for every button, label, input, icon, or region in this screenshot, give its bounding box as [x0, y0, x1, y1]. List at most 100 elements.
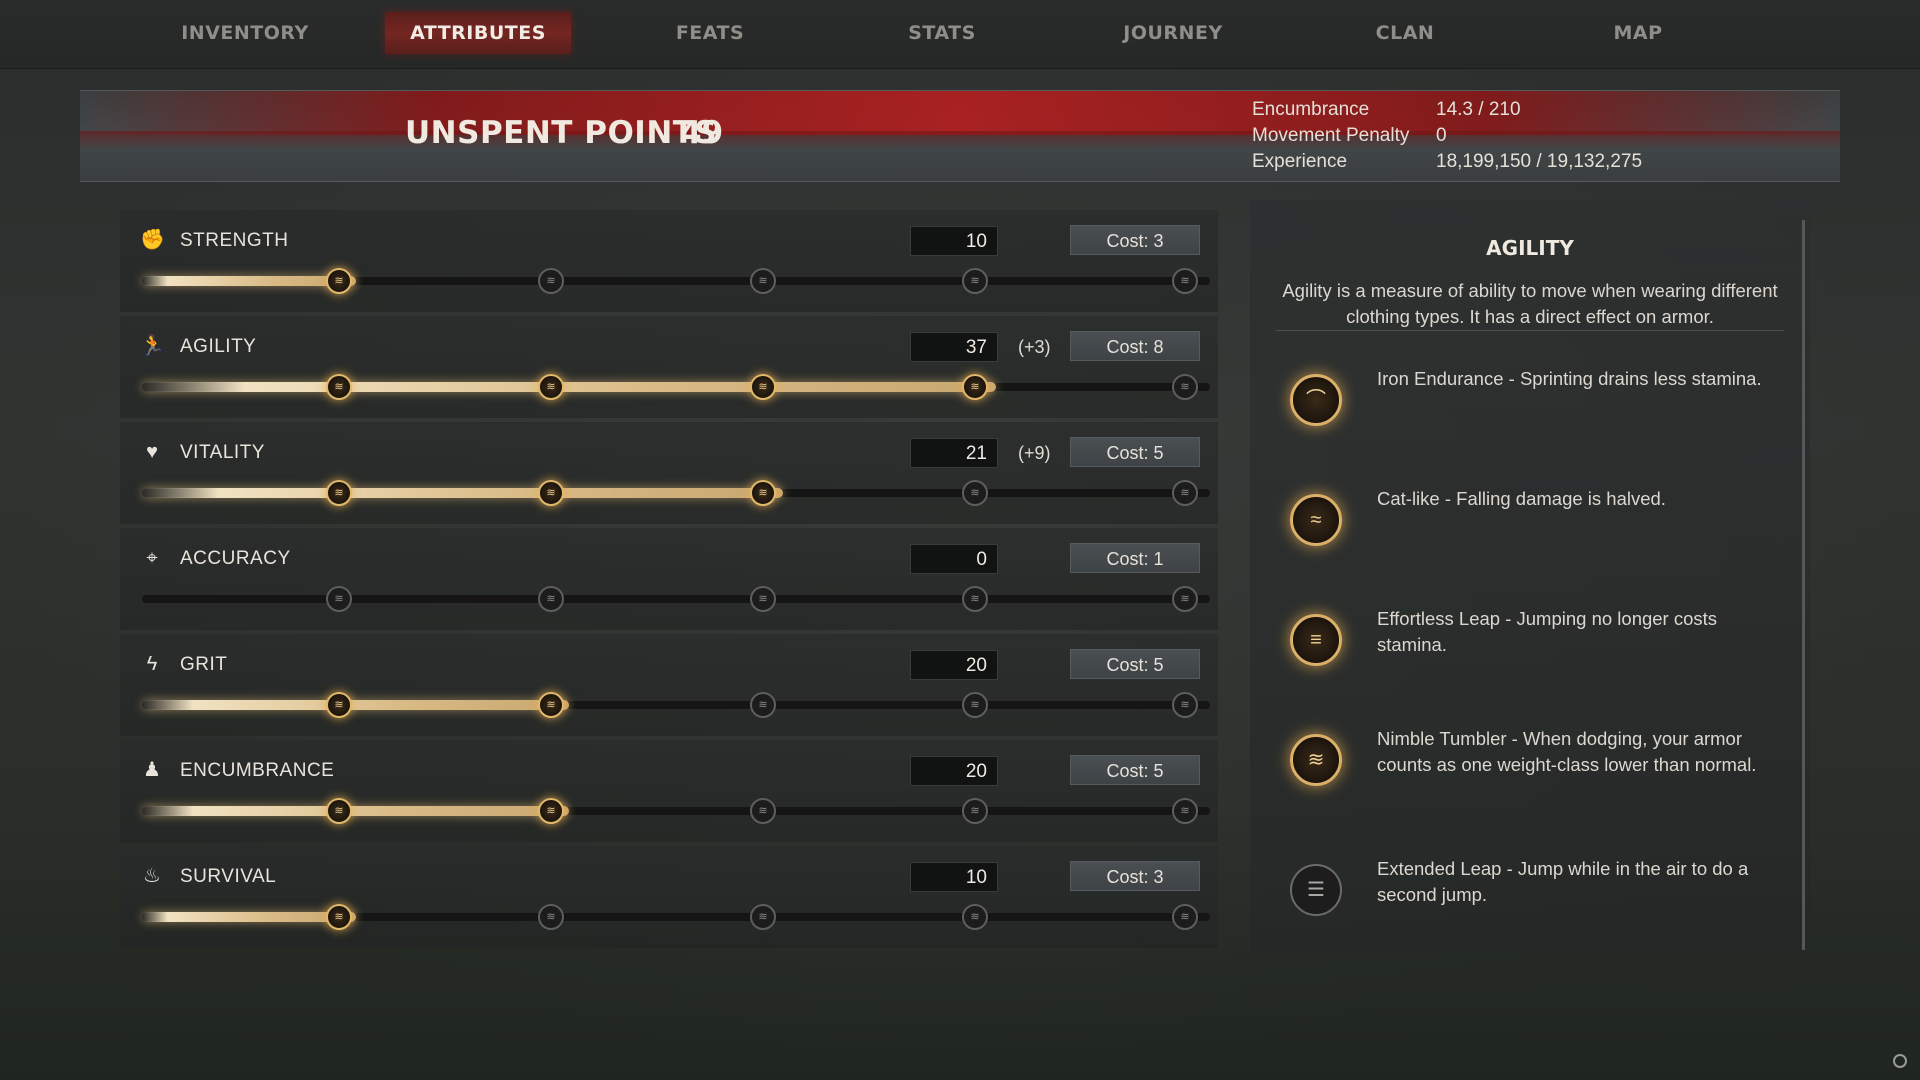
perk-node-icon[interactable]: ≋	[962, 692, 988, 718]
perk-node-icon[interactable]: ≋	[538, 798, 564, 824]
perk-node-icon[interactable]: ≋	[962, 798, 988, 824]
attribute-progress-fill	[142, 700, 569, 710]
attribute-row-vitality: ♥ VITALITY 21 (+9) Cost: 5 ≋ ≋ ≋ ≋ ≋	[120, 422, 1218, 524]
attribute-name: ACCURACY	[180, 548, 291, 569]
extended-leap-icon: ☰	[1290, 864, 1342, 916]
tab-stats[interactable]: STATS	[882, 12, 1002, 54]
perk-node-icon[interactable]: ≋	[962, 586, 988, 612]
tab-feats[interactable]: FEATS	[650, 12, 770, 54]
description-text: Agility is a measure of ability to move …	[1282, 280, 1778, 327]
attribute-cost-button[interactable]: Cost: 8	[1070, 331, 1200, 361]
attribute-progress-fill	[142, 276, 356, 286]
perk-node-icon[interactable]: ≋	[326, 692, 352, 718]
perk-node-icon[interactable]: ≋	[538, 586, 564, 612]
perk-description: Nimble Tumbler - When dodging, your armo…	[1377, 728, 1757, 775]
weight-icon: ♟	[143, 759, 161, 781]
attribute-progress-fill	[142, 382, 996, 392]
attribute-name: STRENGTH	[180, 230, 289, 251]
perk-node-icon[interactable]: ≋	[326, 586, 352, 612]
banner-red-stripe	[80, 91, 1840, 135]
perk-node-icon[interactable]: ≋	[1172, 692, 1198, 718]
perk-node-icon[interactable]: ≋	[750, 268, 776, 294]
attribute-value-input[interactable]: 20	[910, 650, 998, 680]
perk-node-icon[interactable]: ≋	[750, 904, 776, 930]
perk-description: Extended Leap - Jump while in the air to…	[1377, 858, 1749, 905]
perk-node-icon[interactable]: ≋	[326, 374, 352, 400]
perk-node-icon[interactable]: ≋	[750, 798, 776, 824]
perk-node-icon[interactable]: ≋	[962, 904, 988, 930]
description-title: AGILITY	[1486, 236, 1574, 260]
attribute-value-input[interactable]: 0	[910, 544, 998, 574]
perk-node-icon[interactable]: ≋	[326, 268, 352, 294]
running-figure-icon: 🏃	[140, 335, 165, 357]
unspent-points-banner: UNSPENT POINTS 49 Encumbrance 14.3 / 210…	[80, 90, 1840, 182]
perk-node-icon[interactable]: ≋	[326, 904, 352, 930]
attribute-value-input[interactable]: 37	[910, 332, 998, 362]
attribute-value-input[interactable]: 10	[910, 226, 998, 256]
tab-inventory[interactable]: INVENTORY	[180, 12, 310, 54]
perk-node-icon[interactable]: ≋	[326, 480, 352, 506]
attribute-cost-button[interactable]: Cost: 1	[1070, 543, 1200, 573]
perk-node-icon[interactable]: ≋	[962, 374, 988, 400]
perk-node-icon[interactable]: ≋	[750, 692, 776, 718]
top-nav-bar: INVENTORY ATTRIBUTES FEATS STATS JOURNEY…	[0, 0, 1920, 69]
perk-node-icon[interactable]: ≋	[1172, 374, 1198, 400]
perk-node-icon[interactable]: ≋	[1172, 586, 1198, 612]
heart-icon: ♥	[146, 441, 158, 463]
experience-value: 18,199,150 / 19,132,275	[1436, 151, 1643, 172]
attribute-bonus: (+9)	[1018, 443, 1051, 463]
perk-item: ≡ Effortless Leap - Jumping no longer cos…	[1290, 608, 1790, 704]
perk-node-icon[interactable]: ≋	[538, 692, 564, 718]
perk-node-icon[interactable]: ≋	[962, 480, 988, 506]
perk-node-icon[interactable]: ≋	[750, 374, 776, 400]
attribute-progress-track	[142, 595, 1210, 603]
lightning-icon: ϟ	[146, 653, 158, 675]
effortless-leap-icon: ≡	[1290, 614, 1342, 666]
iron-endurance-icon: ⌒	[1290, 374, 1342, 426]
perk-node-icon[interactable]: ≋	[1172, 480, 1198, 506]
attribute-row-accuracy: ⌖ ACCURACY 0 Cost: 1 ≋ ≋ ≋ ≋ ≋	[120, 528, 1218, 630]
perk-node-icon[interactable]: ≋	[750, 480, 776, 506]
perk-node-icon[interactable]: ≋	[326, 798, 352, 824]
tab-clan[interactable]: CLAN	[1345, 12, 1465, 54]
attribute-row-encumbrance: ♟ ENCUMBRANCE 20 Cost: 5 ≋ ≋ ≋ ≋ ≋	[120, 740, 1218, 842]
perk-node-icon[interactable]: ≋	[1172, 798, 1198, 824]
attribute-cost-button[interactable]: Cost: 3	[1070, 861, 1200, 891]
nimble-tumbler-icon: ≋	[1290, 734, 1342, 786]
perk-node-icon[interactable]: ≋	[538, 374, 564, 400]
attribute-progress-fill	[142, 912, 356, 922]
perk-node-icon[interactable]: ≋	[1172, 268, 1198, 294]
perk-item: ☰ Extended Leap - Jump while in the air t…	[1290, 858, 1790, 954]
attribute-name: GRIT	[180, 654, 228, 675]
perk-node-icon[interactable]: ≋	[538, 268, 564, 294]
perk-node-icon[interactable]: ≋	[1172, 904, 1198, 930]
description-scrollbar[interactable]	[1802, 220, 1805, 950]
perk-description: Effortless Leap - Jumping no longer cost…	[1377, 608, 1718, 655]
attribute-value-input[interactable]: 20	[910, 756, 998, 786]
attribute-cost-button[interactable]: Cost: 5	[1070, 649, 1200, 679]
movement-penalty-label: Movement Penalty	[1252, 125, 1410, 146]
attribute-cost-button[interactable]: Cost: 3	[1070, 225, 1200, 255]
perk-node-icon[interactable]: ≋	[538, 480, 564, 506]
unspent-points-label: UNSPENT POINTS	[405, 115, 718, 151]
attribute-value-input[interactable]: 21	[910, 438, 998, 468]
tab-journey[interactable]: JOURNEY	[1108, 12, 1238, 54]
banner-red-shadow	[80, 131, 1840, 149]
campfire-icon: ♨	[143, 865, 161, 887]
perk-node-icon[interactable]: ≋	[538, 904, 564, 930]
encumbrance-label: Encumbrance	[1252, 99, 1370, 120]
description-divider	[1276, 330, 1784, 331]
tab-attributes[interactable]: ATTRIBUTES	[385, 12, 571, 54]
loading-indicator-icon	[1893, 1054, 1907, 1068]
perk-description: Iron Endurance - Sprinting drains less s…	[1377, 368, 1762, 389]
tab-map[interactable]: MAP	[1578, 12, 1698, 54]
attribute-value-input[interactable]: 10	[910, 862, 998, 892]
perk-node-icon[interactable]: ≋	[750, 586, 776, 612]
attribute-row-agility: 🏃 AGILITY 37 (+3) Cost: 8 ≋ ≋ ≋ ≋ ≋	[120, 316, 1218, 418]
attribute-name: VITALITY	[180, 442, 265, 463]
attribute-cost-button[interactable]: Cost: 5	[1070, 755, 1200, 785]
movement-penalty-value: 0	[1436, 125, 1447, 146]
attribute-description-panel: AGILITY Agility is a measure of ability …	[1250, 200, 1810, 952]
perk-node-icon[interactable]: ≋	[962, 268, 988, 294]
attribute-cost-button[interactable]: Cost: 5	[1070, 437, 1200, 467]
